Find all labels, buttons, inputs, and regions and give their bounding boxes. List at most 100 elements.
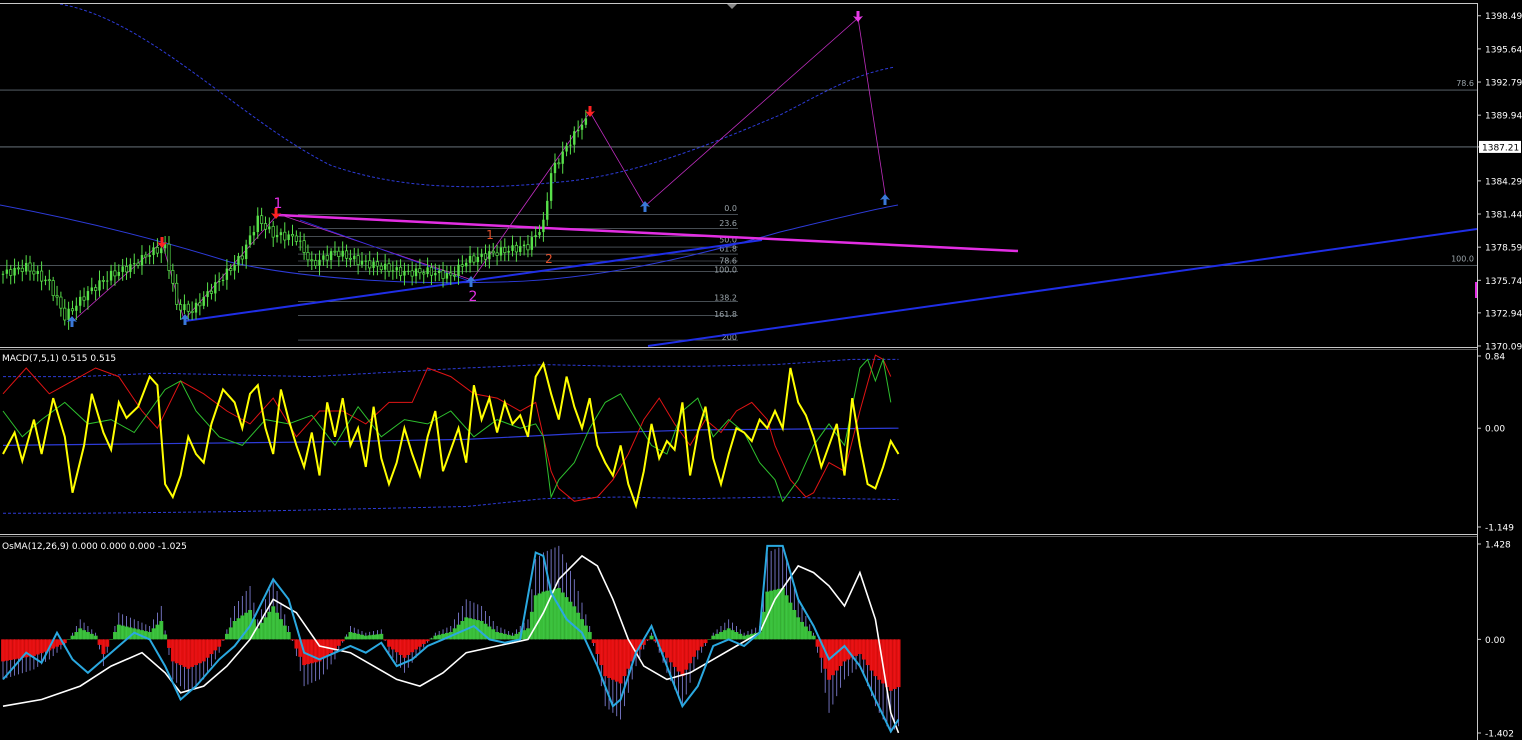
macd-pane[interactable]: MACD(7,5,1) 0.515 0.515 bbox=[2, 354, 900, 514]
osma-bar-neg bbox=[43, 639, 48, 652]
candle-body-bull bbox=[44, 279, 47, 282]
osma-bar-neg bbox=[190, 639, 195, 667]
candle-body-bull bbox=[225, 268, 229, 280]
price-pane[interactable]: 78.6100.00.023.650.061.878.6100.0138.216… bbox=[0, 3, 1478, 347]
osma-bar-pos bbox=[807, 631, 812, 640]
candle-body-bear bbox=[55, 295, 59, 298]
candle-body-bear bbox=[410, 270, 414, 277]
osma-bar-neg bbox=[599, 639, 604, 666]
osma-bar-pos bbox=[472, 619, 476, 640]
candle-body-bull bbox=[414, 268, 418, 277]
candle-body-bear bbox=[429, 267, 434, 276]
osma-bar-pos bbox=[271, 606, 276, 640]
osma-bar-neg bbox=[414, 639, 419, 650]
osma-bar-neg bbox=[306, 639, 310, 665]
candle-body-bear bbox=[186, 303, 190, 312]
osma-bar-pos bbox=[263, 617, 268, 640]
macd-signal-green bbox=[2, 357, 892, 503]
osma-bar-pos bbox=[267, 611, 272, 640]
osma-bar-pos bbox=[719, 632, 723, 640]
osma-bar-neg bbox=[1, 639, 6, 662]
osma-bar-pos bbox=[707, 639, 712, 640]
candle-body-bear bbox=[263, 223, 268, 230]
osma-lines bbox=[2, 544, 900, 734]
candle-body-bear bbox=[101, 280, 105, 282]
candle-body-bear bbox=[198, 302, 202, 307]
osma-bar-neg bbox=[390, 639, 395, 650]
candle-body-bear bbox=[472, 255, 476, 263]
osma-bar-pos bbox=[275, 612, 280, 640]
candle-body-bear bbox=[348, 257, 352, 260]
trading-chart[interactable]: 78.6100.00.023.650.061.878.6100.0138.216… bbox=[0, 0, 1522, 740]
candle-body-bear bbox=[344, 250, 349, 259]
candle-body-bull bbox=[553, 162, 557, 174]
osma-bar-neg bbox=[680, 639, 685, 677]
candle-body-bear bbox=[449, 272, 453, 276]
osma-bar-neg bbox=[896, 639, 901, 688]
osma-bar-pos bbox=[78, 628, 83, 640]
candle-body-bull bbox=[383, 263, 387, 270]
osma-bar-neg bbox=[383, 639, 388, 641]
candle-body-bull bbox=[457, 264, 460, 276]
price-tick-label: 1378.59 bbox=[1485, 244, 1522, 254]
osma-bar-pos bbox=[228, 627, 233, 640]
candle-body-bull bbox=[237, 255, 240, 265]
candle-body-bear bbox=[387, 263, 391, 272]
osma-bar-pos bbox=[375, 634, 380, 640]
osma-bar-neg bbox=[865, 639, 870, 666]
candle-body-bear bbox=[302, 240, 306, 253]
osma-bar-pos bbox=[726, 628, 731, 640]
osma-bar-neg bbox=[672, 639, 677, 667]
fib-level-label: 78.6 bbox=[719, 256, 737, 265]
osma-bar-pos bbox=[236, 618, 241, 640]
osma-bar-pos bbox=[784, 595, 789, 640]
osma-bar-pos bbox=[715, 633, 720, 640]
candle-body-bull bbox=[391, 270, 395, 272]
wave-label: 2 bbox=[545, 252, 553, 266]
osma-bar-neg bbox=[607, 639, 612, 678]
osma-bar-pos bbox=[556, 587, 561, 640]
osma-bar-neg bbox=[205, 639, 210, 658]
osma-bar-neg bbox=[174, 639, 179, 664]
osma-bar-pos bbox=[113, 632, 117, 640]
osma-bar-pos bbox=[803, 626, 808, 640]
osma-bar-pos bbox=[514, 633, 519, 640]
candle-body-bear bbox=[379, 265, 383, 271]
osma-bar-pos bbox=[74, 632, 79, 640]
osma-bar-neg bbox=[217, 639, 222, 647]
candle-body-bear bbox=[63, 307, 67, 321]
osma-bar-pos bbox=[491, 629, 496, 640]
candle-body-bear bbox=[94, 287, 98, 291]
osma-bar-neg bbox=[294, 639, 299, 649]
candle-body-bear bbox=[16, 267, 20, 270]
osma-bar-neg bbox=[603, 639, 608, 677]
candle-body-bull bbox=[279, 232, 283, 236]
candle-body-bull bbox=[546, 200, 549, 220]
osma-bar-neg bbox=[221, 639, 226, 641]
osma-bar-neg bbox=[842, 639, 847, 662]
osma-bar-neg bbox=[55, 639, 60, 647]
osma-bar-neg bbox=[595, 639, 600, 655]
candle-body-bear bbox=[70, 308, 75, 312]
candle-body-bear bbox=[310, 259, 314, 262]
candle-body-bull bbox=[549, 173, 553, 201]
osma-bar-pos bbox=[279, 619, 283, 640]
osma-bar-neg bbox=[101, 639, 106, 655]
candle-body-bull bbox=[13, 267, 16, 276]
candle-body-bull bbox=[353, 255, 356, 260]
osma-bar-pos bbox=[522, 630, 527, 640]
osma-bar-pos bbox=[367, 635, 372, 640]
osma-bar-pos bbox=[510, 635, 515, 640]
osma-bar-pos bbox=[109, 639, 114, 640]
candle-body-bull bbox=[569, 144, 572, 146]
candle-body-bear bbox=[368, 260, 372, 269]
candle-body-bull bbox=[395, 267, 398, 271]
candle-body-bear bbox=[333, 250, 337, 253]
candle-body-bear bbox=[32, 270, 36, 275]
osma-bar-pos bbox=[433, 635, 438, 640]
candle-body-bull bbox=[299, 240, 302, 242]
osma-bar-neg bbox=[888, 639, 893, 691]
osma-bar-pos bbox=[244, 612, 249, 640]
osma-pane[interactable]: OsMA(12,26,9) 0.000 0.000 0.000 -1.025 bbox=[1, 542, 901, 734]
osma-bar-neg bbox=[39, 639, 44, 654]
